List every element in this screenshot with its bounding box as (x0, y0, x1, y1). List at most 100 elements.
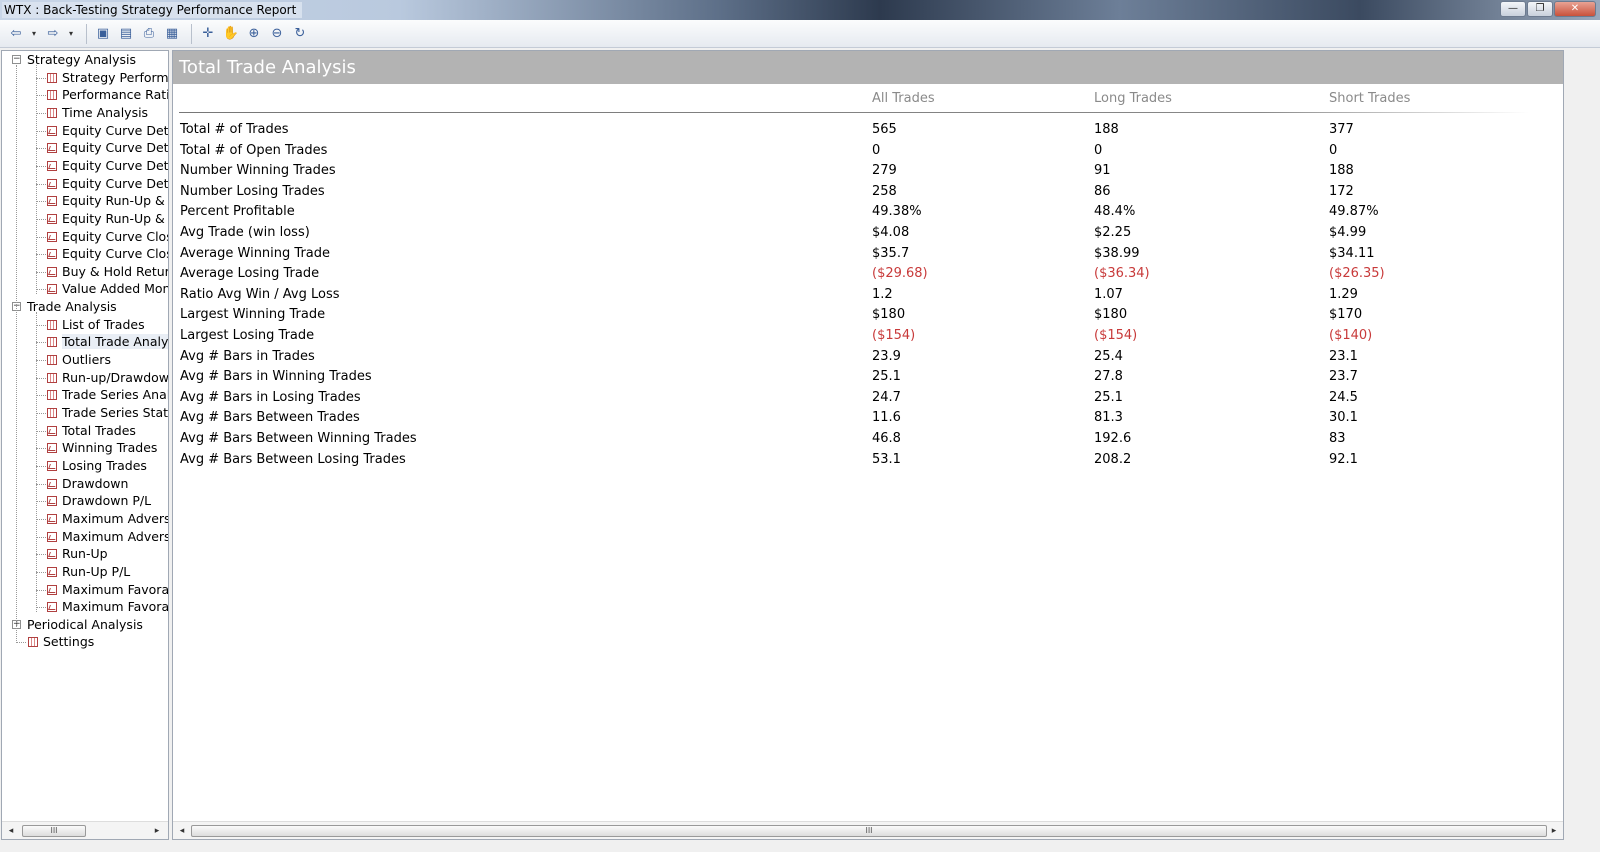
tree-group[interactable]: − Trade Analysis (2, 298, 117, 316)
tree-item[interactable]: Equity Curve Detail (2, 175, 168, 193)
tree-item-label[interactable]: Run-up/Drawdown (62, 370, 168, 385)
tree-item[interactable]: Drawdown (2, 475, 128, 493)
tree-item[interactable]: Outliers (2, 351, 111, 369)
tree-item[interactable]: Equity Curve Close (2, 228, 168, 246)
tree-item[interactable]: Equity Curve Detail (2, 157, 168, 175)
tree-item[interactable]: Performance Ratios (2, 86, 168, 104)
tree-item-label[interactable]: Drawdown P/L (62, 493, 151, 508)
scroll-left-icon[interactable]: ◂ (175, 824, 189, 838)
tree-item[interactable]: Winning Trades (2, 439, 157, 457)
tree-item-label[interactable]: Winning Trades (62, 440, 157, 455)
tree-item[interactable]: Losing Trades (2, 457, 147, 475)
back-dropdown[interactable]: ▾ (29, 29, 39, 38)
tree-item[interactable]: Maximum Favorab (2, 598, 168, 616)
tree-item-label[interactable]: Strategy Performar (62, 70, 168, 85)
tree-item-label[interactable]: Run-Up P/L (62, 564, 130, 579)
long-trades-value: 188 (1094, 122, 1119, 137)
tree-item[interactable]: List of Trades (2, 316, 145, 334)
tree-item-label[interactable]: Equity Curve Detail (62, 123, 168, 138)
tree-item[interactable]: Equity Curve Detail (2, 139, 168, 157)
pan-button[interactable]: ✋ (221, 24, 241, 44)
tree-item[interactable]: Drawdown P/L (2, 492, 151, 510)
page-setup-button[interactable]: ▦ (162, 24, 182, 44)
tree-item-label[interactable]: Buy & Hold Return (62, 264, 168, 279)
tree-item[interactable]: Buy & Hold Return (2, 263, 168, 281)
close-button[interactable]: ✕ (1554, 1, 1596, 17)
tree-item-label[interactable]: Maximum Favorab (62, 599, 168, 614)
tree-item[interactable]: Equity Run-Up & D (2, 192, 168, 210)
tree-item[interactable]: Value Added Mont (2, 280, 168, 298)
tree-group-label[interactable]: Strategy Analysis (27, 52, 136, 67)
tree-item-label[interactable]: Total Trades (62, 423, 136, 438)
tree-item[interactable]: Trade Series Statist (2, 404, 168, 422)
all-trades-value: 279 (872, 163, 897, 179)
refresh-button[interactable]: ↻ (290, 24, 310, 44)
minimize-button[interactable]: — (1500, 1, 1526, 17)
tree-item-label[interactable]: Equity Curve Detail (62, 176, 168, 191)
scroll-thumb[interactable]: III (191, 825, 1547, 837)
tree-expander-icon[interactable]: − (12, 55, 21, 64)
crosshair-button[interactable]: ✛ (198, 24, 218, 44)
forward-button[interactable]: ⇨ (43, 24, 63, 44)
tree-item[interactable]: Maximum Favorab (2, 581, 168, 599)
tree-item[interactable]: Run-Up P/L (2, 563, 130, 581)
tree-item[interactable]: Total Trade Analysi (2, 333, 168, 351)
back-button[interactable]: ⇦ (6, 24, 26, 44)
tree-group-label[interactable]: Periodical Analysis (27, 617, 143, 632)
tree-item-label[interactable]: Drawdown (62, 476, 128, 491)
tree-group[interactable]: − Strategy Analysis (2, 51, 136, 69)
maximize-button[interactable]: ❐ (1527, 1, 1553, 17)
tree-item[interactable]: Maximum Adverse (2, 528, 168, 546)
tree-item-label[interactable]: Equity Curve Close (62, 246, 168, 261)
tree-item-label[interactable]: Equity Curve Detail (62, 158, 168, 173)
scroll-thumb[interactable]: III (22, 825, 86, 837)
zoom-in-button[interactable]: ⊕ (244, 24, 264, 44)
save-button[interactable]: ▣ (93, 24, 113, 44)
tree-item[interactable]: Equity Curve Close (2, 245, 168, 263)
tree-item[interactable]: Equity Curve Detail (2, 122, 168, 140)
tree-item[interactable]: Maximum Adverse (2, 510, 168, 528)
print-preview-button[interactable]: ▤ (116, 24, 136, 44)
tree-item-label[interactable]: Maximum Adverse (62, 529, 168, 544)
tree-item-label[interactable]: Maximum Favorab (62, 582, 168, 597)
forward-dropdown[interactable]: ▾ (66, 29, 76, 38)
tree-item-label[interactable]: Time Analysis (62, 105, 148, 120)
tree-item-label[interactable]: Trade Series Analys (62, 387, 168, 402)
tree-item[interactable]: Run-up/Drawdown (2, 369, 168, 387)
tree-item-label[interactable]: Settings (43, 634, 94, 649)
tree-item-label[interactable]: Equity Curve Close (62, 229, 168, 244)
tree-item-label[interactable]: Equity Run-Up & D (62, 193, 168, 208)
scroll-right-icon[interactable]: ▸ (150, 824, 164, 838)
tree-item-label[interactable]: Run-Up (62, 546, 108, 561)
zoom-out-button[interactable]: ⊖ (267, 24, 287, 44)
tree-item[interactable]: Trade Series Analys (2, 386, 168, 404)
tree-item-label[interactable]: Equity Curve Detail (62, 140, 168, 155)
print-button[interactable]: ⎙ (139, 24, 159, 44)
tree-item-label[interactable]: Losing Trades (62, 458, 147, 473)
chart-report-icon (47, 160, 57, 171)
tree-item-label[interactable]: Maximum Adverse (62, 511, 168, 526)
tree-horizontal-scrollbar[interactable]: ◂ III ▸ (2, 821, 168, 839)
tree-item-label[interactable]: Total Trade Analysi (62, 334, 168, 350)
tree-item-label[interactable]: List of Trades (62, 317, 145, 332)
table-row: Avg # Bars in Trades 23.9 25.4 23.1 (173, 347, 1563, 368)
tree-item[interactable]: Strategy Performar (2, 69, 168, 87)
content-horizontal-scrollbar[interactable]: ◂ III ▸ (173, 821, 1563, 839)
scroll-left-icon[interactable]: ◂ (4, 824, 18, 838)
all-trades-value: 1.2 (872, 286, 893, 302)
tree-item-label[interactable]: Performance Ratios (62, 87, 168, 102)
scroll-right-icon[interactable]: ▸ (1547, 824, 1561, 838)
tree-item-label[interactable]: Equity Run-Up & D (62, 211, 168, 226)
tree-item-label[interactable]: Value Added Mont (62, 281, 168, 296)
tree-item[interactable]: Run-Up (2, 545, 108, 563)
tree-group-label[interactable]: Trade Analysis (27, 299, 117, 314)
tree-item[interactable]: Time Analysis (2, 104, 148, 122)
tree-item[interactable]: Total Trades (2, 422, 136, 440)
tree-connector (36, 312, 37, 612)
tree-item-label[interactable]: Trade Series Statist (62, 405, 168, 420)
window-controls: — ❐ ✕ (1500, 1, 1596, 17)
tree-item[interactable]: Equity Run-Up & D (2, 210, 168, 228)
tree-item-label[interactable]: Outliers (62, 352, 111, 367)
short-trades-value: 30.1 (1329, 410, 1358, 426)
tree-group[interactable]: + Periodical Analysis (2, 616, 143, 634)
